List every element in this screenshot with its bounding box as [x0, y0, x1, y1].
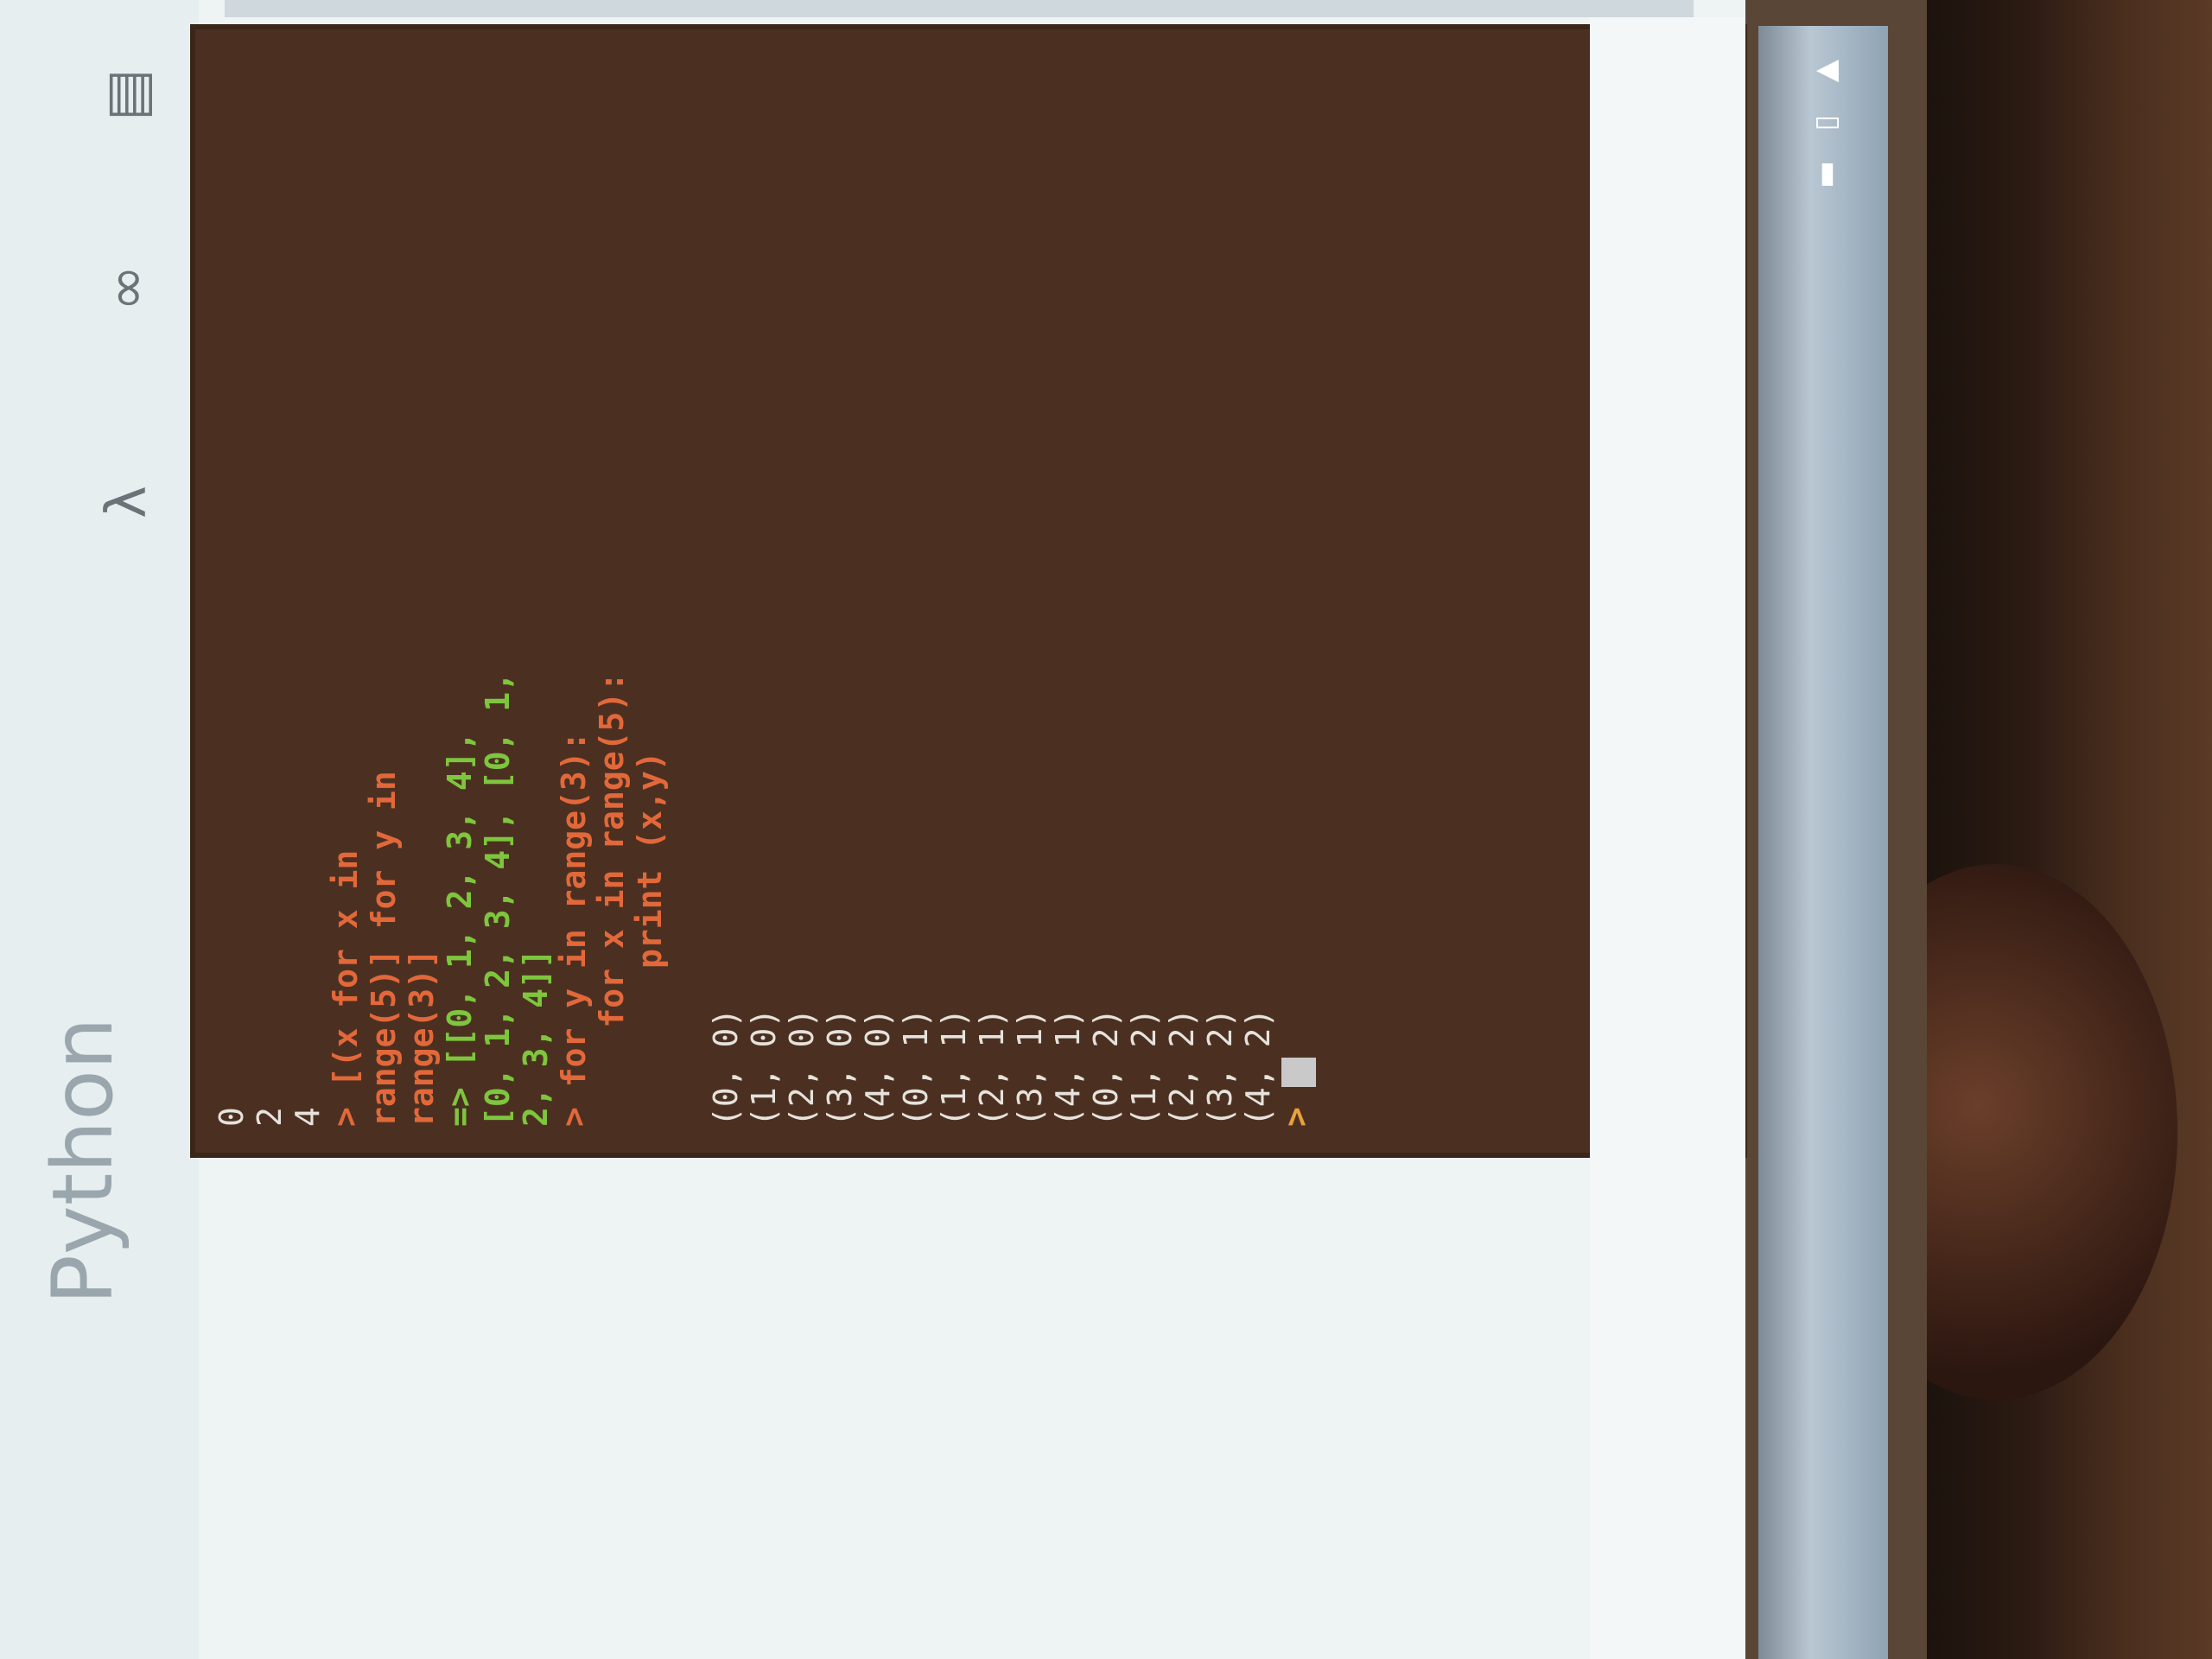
console-line: range(3)] — [403, 949, 441, 1127]
console-line: 4 — [289, 1107, 327, 1127]
system-tray: ◀ ▭ ▮ — [1802, 43, 1853, 268]
console-line: (1, 2) — [1125, 1007, 1163, 1127]
network-icon[interactable]: ▭ — [1802, 95, 1853, 147]
console-line: => [[0, 1, 2, 3, 4], — [441, 731, 479, 1127]
console-line: (2, 1) — [973, 1007, 1011, 1127]
room-background — [1918, 0, 2212, 1659]
battery-icon[interactable]: ▮ — [1802, 147, 1853, 199]
console-line: (0, 0) — [707, 1007, 745, 1127]
volume-icon[interactable]: ◀ — [1802, 43, 1853, 95]
console-line: (3, 2) — [1201, 1007, 1239, 1127]
lambda-icon[interactable]: λ — [95, 486, 159, 518]
console-line: (4, 1) — [1049, 1007, 1087, 1127]
console-output: 0 2 4 > [(x for x in range(5)] for y in range… — [195, 29, 1742, 1153]
editor-panel[interactable] — [1590, 17, 1745, 1659]
console-line: (2, 0) — [783, 1007, 821, 1127]
console-line: for x in range(5): — [593, 671, 631, 1127]
console-line: 2, 3, 4]] — [517, 949, 555, 1127]
console-line: [0, 1, 2, 3, 4], [0, 1, — [479, 671, 517, 1127]
app-window: Python λ ∞ ▤ 0 2 4 > [(x for x in range(5)] … — [0, 0, 1747, 1659]
console-line: (3, 0) — [821, 1007, 859, 1127]
save-icon[interactable]: ▤ — [95, 69, 159, 121]
console-line: (0, 2) — [1087, 1007, 1125, 1127]
console-line: (4, 0) — [859, 1007, 897, 1127]
prompt-symbol: > — [1277, 1087, 1315, 1127]
console-line: (0, 1) — [897, 1007, 935, 1127]
console-line: (1, 0) — [745, 1007, 783, 1127]
console-line: 2 — [251, 1107, 289, 1127]
scrollbar[interactable] — [225, 0, 1694, 17]
console-line: > [(x for x in — [327, 849, 365, 1127]
console-line: print (x,y) — [631, 751, 669, 1127]
console-line: > for y in range(3): — [555, 731, 593, 1127]
text-cursor — [1281, 1058, 1316, 1088]
console-line: (2, 2) — [1163, 1007, 1201, 1127]
console-line: (4, 2) — [1239, 1007, 1277, 1127]
console-line: range(5)] for y in — [365, 771, 403, 1127]
console-line: (1, 1) — [935, 1007, 973, 1127]
console-line: 0 — [213, 1107, 251, 1127]
taskbar: ◀ ▭ ▮ — [1758, 26, 1888, 1659]
app-title: Python — [35, 1017, 131, 1305]
toolbar: Python λ ∞ ▤ — [0, 0, 199, 1659]
console-line: (3, 1) — [1011, 1007, 1049, 1127]
link-icon[interactable]: ∞ — [95, 265, 159, 311]
console-prompt[interactable]: > — [1277, 55, 1316, 1127]
console-panel[interactable]: 0 2 4 > [(x for x in range(5)] for y in range… — [190, 24, 1747, 1158]
